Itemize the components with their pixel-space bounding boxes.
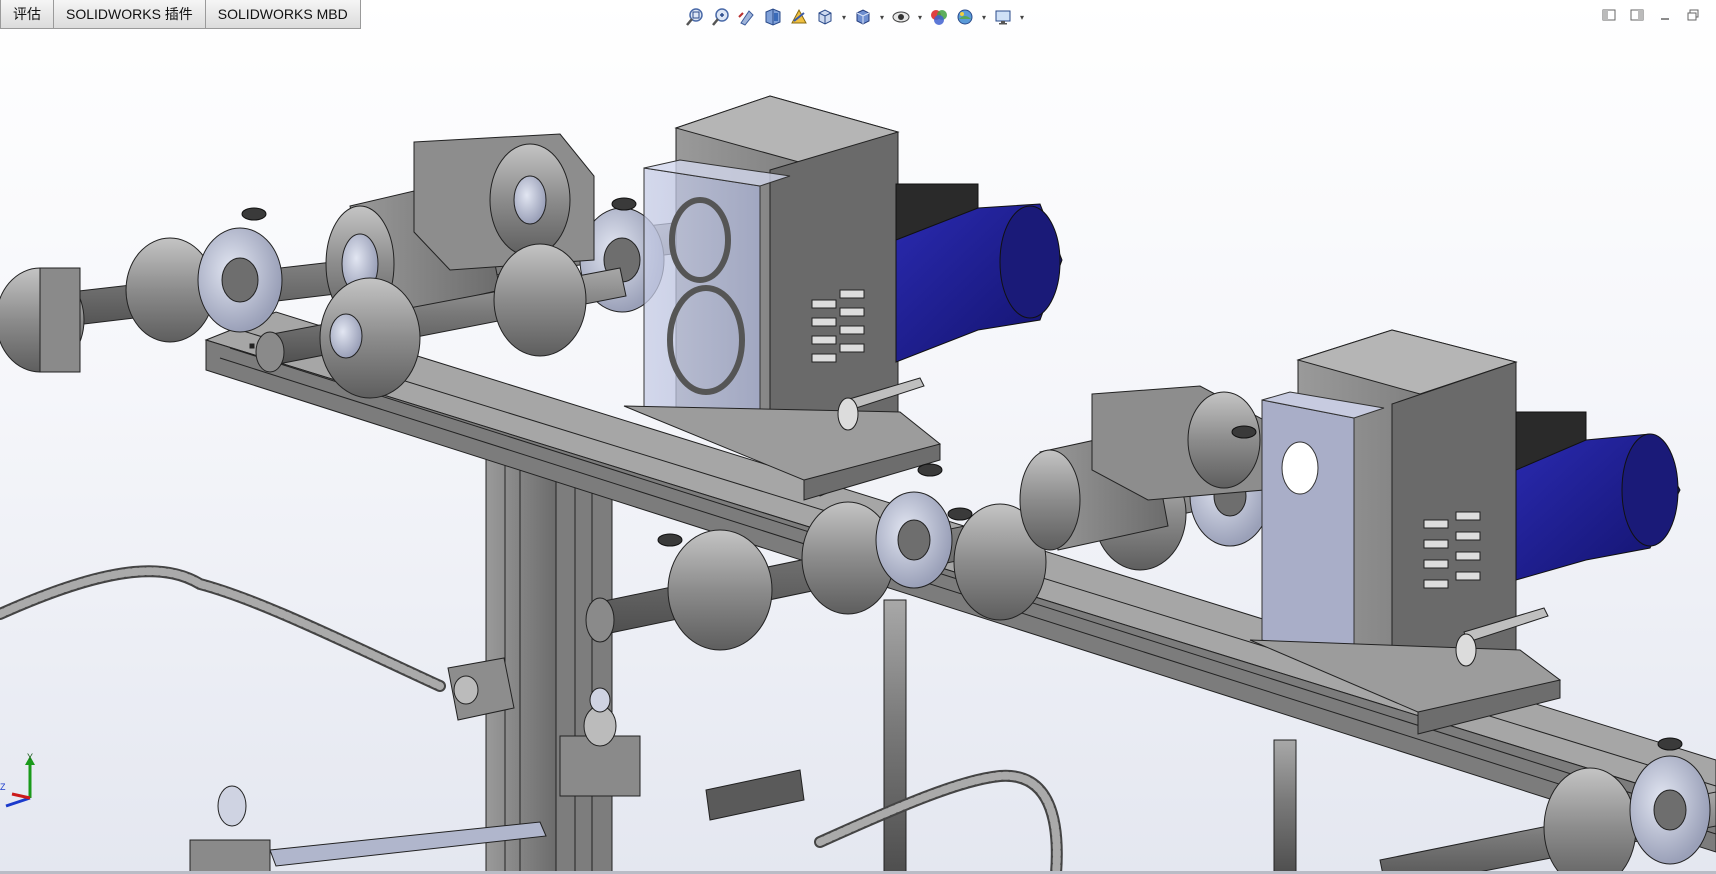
tile-left-icon[interactable] — [1600, 6, 1618, 24]
view-orientation-dropdown-caret[interactable]: ▾ — [840, 6, 848, 28]
hide-show-items-dropdown-caret[interactable]: ▾ — [916, 6, 924, 28]
view-settings-dropdown-caret[interactable]: ▾ — [1018, 6, 1026, 28]
vertical-frame-post — [485, 439, 613, 874]
dynamic-annotation-view-icon[interactable] — [788, 6, 810, 28]
tile-right-icon[interactable] — [1628, 6, 1646, 24]
apply-scene-dropdown-caret[interactable]: ▾ — [980, 6, 988, 28]
document-window-controls — [1600, 6, 1702, 24]
gear-motor-left — [895, 183, 1063, 363]
bearing-cage — [413, 133, 595, 271]
view-settings-icon[interactable] — [992, 6, 1014, 28]
apply-scene-icon[interactable] — [954, 6, 976, 28]
view-orientation-icon[interactable] — [814, 6, 836, 28]
hide-show-items-icon[interactable] — [890, 6, 912, 28]
edit-appearance-icon[interactable] — [928, 6, 950, 28]
previous-view-icon[interactable] — [736, 6, 758, 28]
graphics-area[interactable]: Y Z — [0, 0, 1716, 874]
heads-up-view-toolbar: ▾ ▾ ▾ ▾ ▾ — [684, 4, 1026, 30]
restore-icon[interactable] — [1684, 6, 1702, 24]
display-style-dropdown-caret[interactable]: ▾ — [878, 6, 886, 28]
minimize-icon[interactable] — [1656, 6, 1674, 24]
cad-model-viewport[interactable] — [0, 0, 1716, 874]
command-manager-tabs: 评估 SOLIDWORKS 插件 SOLIDWORKS MBD — [0, 0, 361, 30]
gear-motor-right — [1515, 411, 1681, 581]
tab-evaluate[interactable]: 评估 — [0, 0, 54, 29]
triad-z-label: Z — [0, 782, 6, 792]
bearing-cage — [1091, 385, 1265, 501]
section-view-icon[interactable] — [762, 6, 784, 28]
zoom-to-fit-icon[interactable] — [684, 6, 706, 28]
coordinate-triad: Y Z — [0, 752, 44, 812]
display-style-icon[interactable] — [852, 6, 874, 28]
triad-y-label: Y — [27, 752, 33, 762]
tab-solidworks-addins[interactable]: SOLIDWORKS 插件 — [54, 0, 206, 29]
zoom-to-area-icon[interactable] — [710, 6, 732, 28]
tab-solidworks-mbd[interactable]: SOLIDWORKS MBD — [205, 0, 361, 29]
